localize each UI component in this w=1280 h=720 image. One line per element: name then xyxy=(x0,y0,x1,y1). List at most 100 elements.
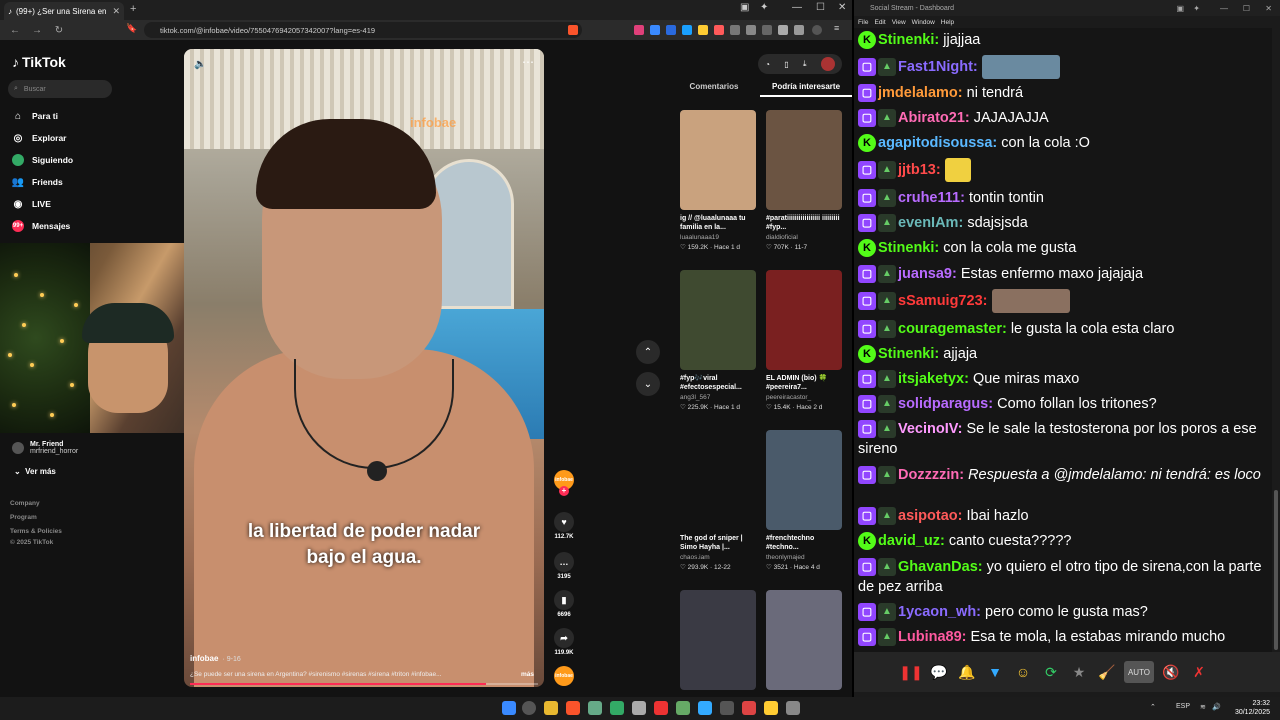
chat-username[interactable]: VecinoIV: xyxy=(898,421,962,437)
chat-username[interactable]: jjtb13: xyxy=(898,162,941,178)
recommendation-card[interactable]: #paratiiiiiiiiiiiiiiiii iiiiiiiii #fyp..… xyxy=(766,110,842,251)
extension-icon[interactable] xyxy=(794,25,804,35)
chat-username[interactable]: itsjaketyx: xyxy=(898,371,969,387)
refresh-icon[interactable]: ⟳ xyxy=(1040,661,1062,683)
chat-username[interactable]: Stinenki: xyxy=(878,32,939,48)
footer-company[interactable]: Company xyxy=(10,500,40,507)
tab-podria-interesarte[interactable]: Podría interesarte xyxy=(760,82,852,97)
nav-siguiendo[interactable]: Siguiendo xyxy=(12,154,73,166)
nav-mensajes[interactable]: 99+ Mensajes xyxy=(12,220,70,232)
recommendation-card[interactable] xyxy=(680,590,756,690)
close-window-icon[interactable]: ✕ xyxy=(1265,4,1272,13)
nav-friends[interactable]: 👥 Friends xyxy=(12,176,63,188)
more-options-icon[interactable]: ⋯ xyxy=(522,55,534,69)
system-clock[interactable]: 23:32 30/12/2025 xyxy=(1235,699,1270,717)
download-icon[interactable]: ⤓ xyxy=(803,59,807,69)
ver-mas-button[interactable]: ⌄ Ver más xyxy=(14,467,56,476)
profile-icon[interactable] xyxy=(812,25,822,35)
reload-icon[interactable]: ↻ xyxy=(52,25,66,36)
chat-username[interactable]: Fast1Night: xyxy=(898,59,978,75)
mute-icon[interactable]: 🔇 xyxy=(1160,661,1182,683)
extension-icon[interactable] xyxy=(746,25,756,35)
search-input[interactable]: ⌕ Buscar xyxy=(8,80,112,98)
chat-message[interactable]: Kagapitodisoussa: con la cola :O xyxy=(858,133,1268,153)
wifi-icon[interactable]: ≋ xyxy=(1200,703,1206,711)
chat-username[interactable]: asipotao: xyxy=(898,508,962,524)
chat-username[interactable]: Abirato21: xyxy=(898,110,970,126)
tab-search-icon[interactable]: ▣ xyxy=(740,2,749,13)
chat-message[interactable]: K Stinenki: con la cola me gusta xyxy=(858,238,1268,258)
bookmark-icon[interactable]: 🔖 xyxy=(126,23,137,33)
app-icon[interactable] xyxy=(764,701,778,715)
chat-message[interactable]: ▢ jmdelalamo: ni tendrá xyxy=(858,83,1268,103)
chat-message[interactable]: ▢ ▲ couragemaster: le gusta la cola esta c… xyxy=(858,319,1268,339)
chat-message[interactable]: ▢ ▲ cruhe111: tontin tontin xyxy=(858,188,1268,208)
chat-username[interactable]: evenIAm: xyxy=(898,215,963,231)
minimize-icon[interactable]: — xyxy=(792,2,802,13)
chat-message[interactable]: ▢ ▲ 1ycaon_wh: pero como le gusta mas? xyxy=(858,602,1268,622)
author-avatar-button[interactable]: infobae + xyxy=(552,470,576,496)
video-player[interactable]: infobae 🔈 ⋯ la libertad de poder nadar b… xyxy=(184,49,544,687)
save-button[interactable]: ▮ 6696 xyxy=(552,590,576,618)
menu-help[interactable]: Help xyxy=(941,19,954,26)
new-tab-icon[interactable]: + xyxy=(130,3,136,15)
browser-tab[interactable]: ♪ (99+) ¿Ser una Sirena en Argentin... ✕ xyxy=(4,2,124,20)
app-icon[interactable] xyxy=(632,701,646,715)
nav-explorar[interactable]: ◎ Explorar xyxy=(12,132,67,144)
extension-icon[interactable] xyxy=(698,25,708,35)
share-button[interactable]: ➦ 119.9K xyxy=(552,628,576,656)
chat-username[interactable]: juansa9: xyxy=(898,266,957,282)
chat-message[interactable]: K Stinenki: ajjaja xyxy=(858,344,1268,364)
chat-message[interactable]: ▢ ▲ Abirato21: JAJAJAJJA xyxy=(858,108,1268,128)
recommendation-card[interactable] xyxy=(766,590,842,690)
previous-video-button[interactable]: ⌃ xyxy=(636,340,660,364)
chat-message[interactable]: ▢ ▲ evenIAm: sdajsjsda xyxy=(858,213,1268,233)
chat-username[interactable]: couragemaster: xyxy=(898,321,1007,337)
chat-username[interactable]: cruhe111: xyxy=(898,190,965,206)
minimize-icon[interactable]: — xyxy=(1220,4,1228,13)
extension-icon[interactable] xyxy=(714,25,724,35)
emoji-icon[interactable]: ☺ xyxy=(1012,661,1034,683)
footer-terms[interactable]: Terms & Policies xyxy=(10,528,62,535)
chat-message[interactable]: Kdavid_uz: canto cuesta????? xyxy=(858,531,1268,551)
broom-icon[interactable]: 🧹 xyxy=(1096,661,1118,683)
profile-avatar[interactable] xyxy=(820,57,835,71)
chat-bubble-icon[interactable]: 💬 xyxy=(928,661,950,683)
pin-icon[interactable]: ✦ xyxy=(1193,4,1200,13)
brave-browser-icon[interactable] xyxy=(566,701,580,715)
chat-username[interactable]: sSamuig723: xyxy=(898,293,987,309)
bell-icon[interactable]: 🔔 xyxy=(956,661,978,683)
app-icon[interactable] xyxy=(698,701,712,715)
extension-icon[interactable] xyxy=(730,25,740,35)
app-icon[interactable] xyxy=(654,701,668,715)
chat-username[interactable]: jmdelalamo: xyxy=(878,85,963,101)
device-icon[interactable]: ▯ xyxy=(784,60,788,69)
url-field[interactable]: tiktok.com/@infobae/video/75504769420573… xyxy=(144,22,582,38)
like-button[interactable]: ♥ 112.7K xyxy=(552,512,576,540)
tab-comentarios[interactable]: Comentarios xyxy=(668,82,760,97)
filter-icon[interactable]: ▼ xyxy=(984,661,1006,683)
pause-icon[interactable]: ❚❚ xyxy=(899,661,922,683)
auto-button[interactable]: AUTO xyxy=(1124,661,1154,683)
chat-username[interactable]: solidparagus: xyxy=(898,396,993,412)
forward-icon[interactable]: → xyxy=(30,25,44,36)
chat-message[interactable]: ▢ ▲ Fast1Night: xyxy=(858,55,1268,79)
extension-icon[interactable] xyxy=(762,25,772,35)
chat-username[interactable]: david_uz: xyxy=(878,533,945,549)
chat-message[interactable]: ▢ ▲ Dozzzzin: Respuesta a @jmdelalamo: ni … xyxy=(858,465,1268,485)
chat-username[interactable]: Stinenki: xyxy=(878,240,939,256)
windows-start-icon[interactable] xyxy=(502,701,516,715)
app-icon[interactable] xyxy=(720,701,734,715)
extension-icon[interactable] xyxy=(682,25,692,35)
maximize-icon[interactable]: ☐ xyxy=(816,2,825,13)
extension-icon[interactable] xyxy=(778,25,788,35)
nav-live[interactable]: ◉ LIVE xyxy=(12,198,51,210)
chat-username[interactable]: 1ycaon_wh: xyxy=(898,604,981,620)
app-icon[interactable] xyxy=(786,701,800,715)
maximize-icon[interactable]: ☐ xyxy=(1243,4,1250,13)
menu-window[interactable]: Window xyxy=(912,19,935,26)
back-icon[interactable]: ← xyxy=(8,25,22,36)
close-window-icon[interactable]: ✕ xyxy=(838,2,846,13)
scrollbar-thumb[interactable] xyxy=(1274,490,1278,650)
chat-message[interactable]: ▢ ▲ juansa9: Estas enfermo maxo jajajaja xyxy=(858,264,1268,284)
